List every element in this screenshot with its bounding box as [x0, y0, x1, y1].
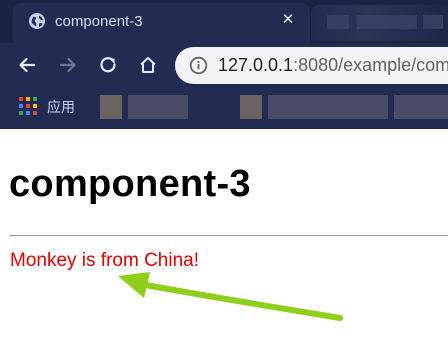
- bookmark-item[interactable]: [240, 95, 262, 119]
- url-host: 127.0.0.1: [218, 55, 294, 75]
- tab-active[interactable]: component-3 ✕: [13, 3, 310, 43]
- bookmark-item[interactable]: [394, 95, 448, 119]
- reload-icon[interactable]: [94, 51, 122, 79]
- bookmark-item[interactable]: [268, 95, 388, 119]
- annotation-arrow-icon: [118, 272, 343, 321]
- bookmark-item[interactable]: [100, 95, 122, 119]
- horizontal-rule: [9, 235, 448, 236]
- globe-icon: [29, 13, 45, 29]
- close-icon[interactable]: ✕: [278, 9, 298, 29]
- tab-inactive[interactable]: [311, 5, 448, 41]
- url-path: :8080/example/com: [293, 55, 448, 75]
- page-heading: component-3: [9, 163, 251, 205]
- browser-chrome: component-3 ✕ 127.0.0.1:8080/example/com…: [0, 0, 448, 129]
- url-text[interactable]: 127.0.0.1:8080/example/com: [218, 55, 448, 76]
- tab-title: component-3: [55, 13, 143, 30]
- navigation-toolbar: 127.0.0.1:8080/example/com: [0, 43, 448, 89]
- apps-label[interactable]: 应用: [47, 97, 75, 117]
- bookmarks-bar: 应用: [0, 89, 448, 129]
- tab-strip: component-3 ✕: [0, 0, 448, 43]
- apps-grid-icon[interactable]: [19, 97, 37, 115]
- arrow-left-icon[interactable]: [13, 51, 41, 79]
- arrow-right-icon[interactable]: [54, 51, 82, 79]
- bookmark-item[interactable]: [128, 95, 188, 119]
- home-icon[interactable]: [134, 51, 162, 79]
- info-icon[interactable]: [189, 56, 208, 75]
- address-bar[interactable]: 127.0.0.1:8080/example/com: [175, 47, 448, 84]
